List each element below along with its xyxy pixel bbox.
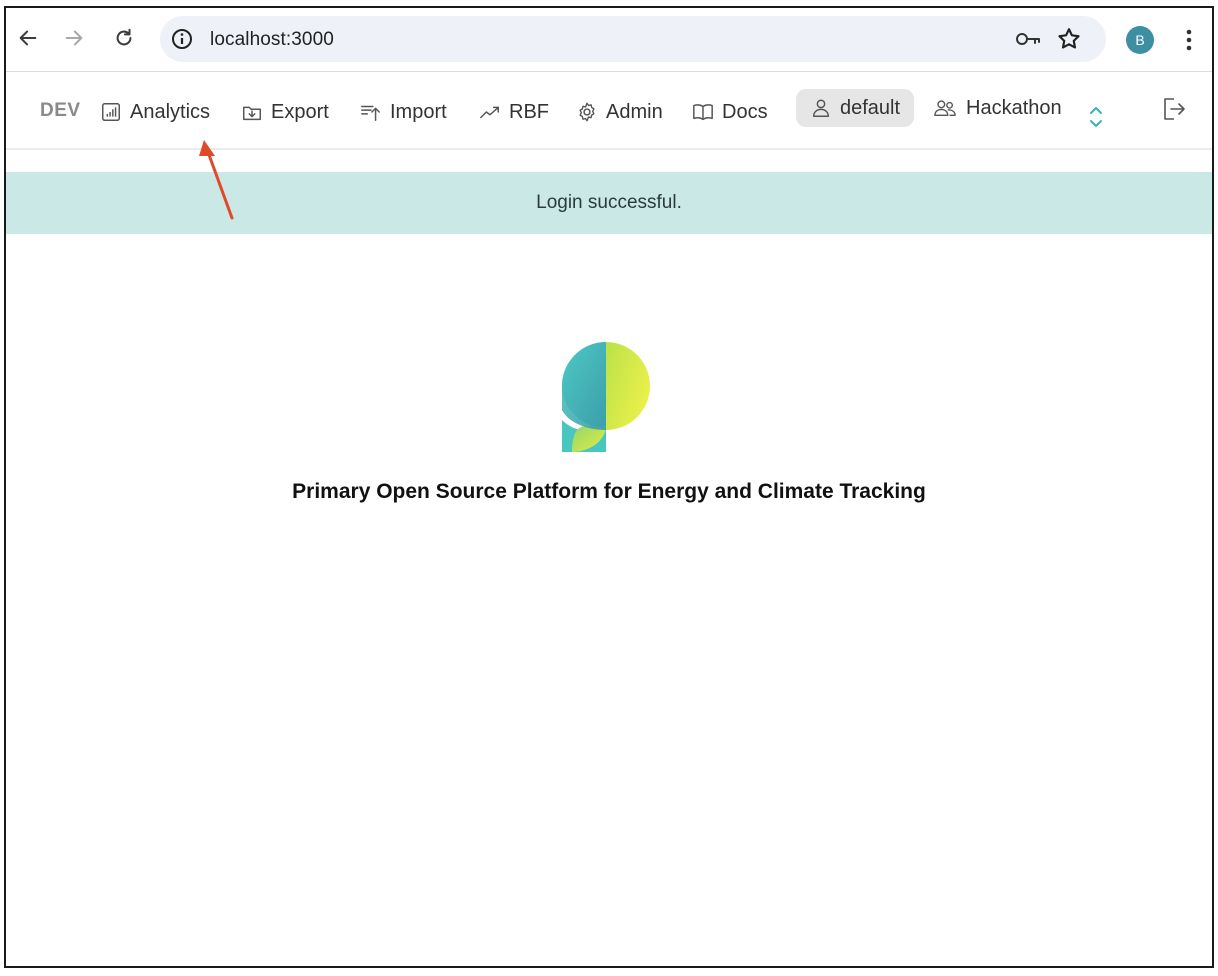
nav-export-label: Export xyxy=(271,100,329,123)
kebab-menu-icon[interactable] xyxy=(1176,26,1202,54)
nav-analytics[interactable]: Analytics xyxy=(100,96,210,128)
users-icon xyxy=(934,100,956,117)
export-icon xyxy=(243,106,261,121)
nav-admin[interactable]: Admin xyxy=(576,96,663,128)
nav-admin-label: Admin xyxy=(606,100,663,123)
nav-rbf[interactable]: RBF xyxy=(479,96,549,128)
logout-icon[interactable] xyxy=(1160,96,1186,122)
annotation-arrow-icon xyxy=(199,140,234,220)
nav-import-label: Import xyxy=(390,100,447,123)
browser-toolbar: localhost:3000 B xyxy=(6,8,1212,72)
platform-tagline: Primary Open Source Platform for Energy … xyxy=(292,480,926,503)
nav-export[interactable]: Export xyxy=(241,96,329,128)
star-icon[interactable] xyxy=(1056,26,1082,52)
user-selector[interactable]: default xyxy=(810,92,900,124)
nav-import[interactable]: Import xyxy=(360,96,447,128)
bar-chart-icon xyxy=(102,103,120,121)
reload-button[interactable] xyxy=(108,22,140,54)
org-label: Hackathon xyxy=(966,96,1062,119)
book-icon xyxy=(693,104,713,121)
nav-docs-label: Docs xyxy=(722,100,768,123)
arrow-right-icon xyxy=(65,30,83,46)
nav-docs[interactable]: Docs xyxy=(692,96,768,128)
arrow-left-icon xyxy=(19,30,37,46)
nav-analytics-label: Analytics xyxy=(130,100,211,123)
import-icon xyxy=(361,105,380,121)
gear-icon xyxy=(579,102,595,122)
key-icon[interactable] xyxy=(1014,27,1042,51)
forward-button[interactable] xyxy=(58,22,90,54)
url-text[interactable]: localhost:3000 xyxy=(210,29,334,51)
env-label: DEV xyxy=(40,100,81,121)
nav-rbf-label: RBF xyxy=(509,100,549,123)
trend-icon xyxy=(480,106,499,119)
back-button[interactable] xyxy=(12,22,44,54)
browser-window: localhost:3000 B DEV Analytics Export Im… xyxy=(4,6,1214,968)
user-label: default xyxy=(840,96,901,119)
chevron-up-down-icon[interactable] xyxy=(1086,104,1106,130)
org-selector[interactable]: Hackathon xyxy=(932,92,1062,124)
reload-icon xyxy=(116,28,132,46)
user-icon xyxy=(812,99,830,117)
address-bar[interactable]: localhost:3000 xyxy=(160,16,1106,62)
banner-message: Login successful. xyxy=(536,192,682,213)
platform-logo xyxy=(562,342,650,452)
profile-avatar[interactable]: B xyxy=(1126,26,1154,54)
info-icon[interactable] xyxy=(170,27,194,51)
